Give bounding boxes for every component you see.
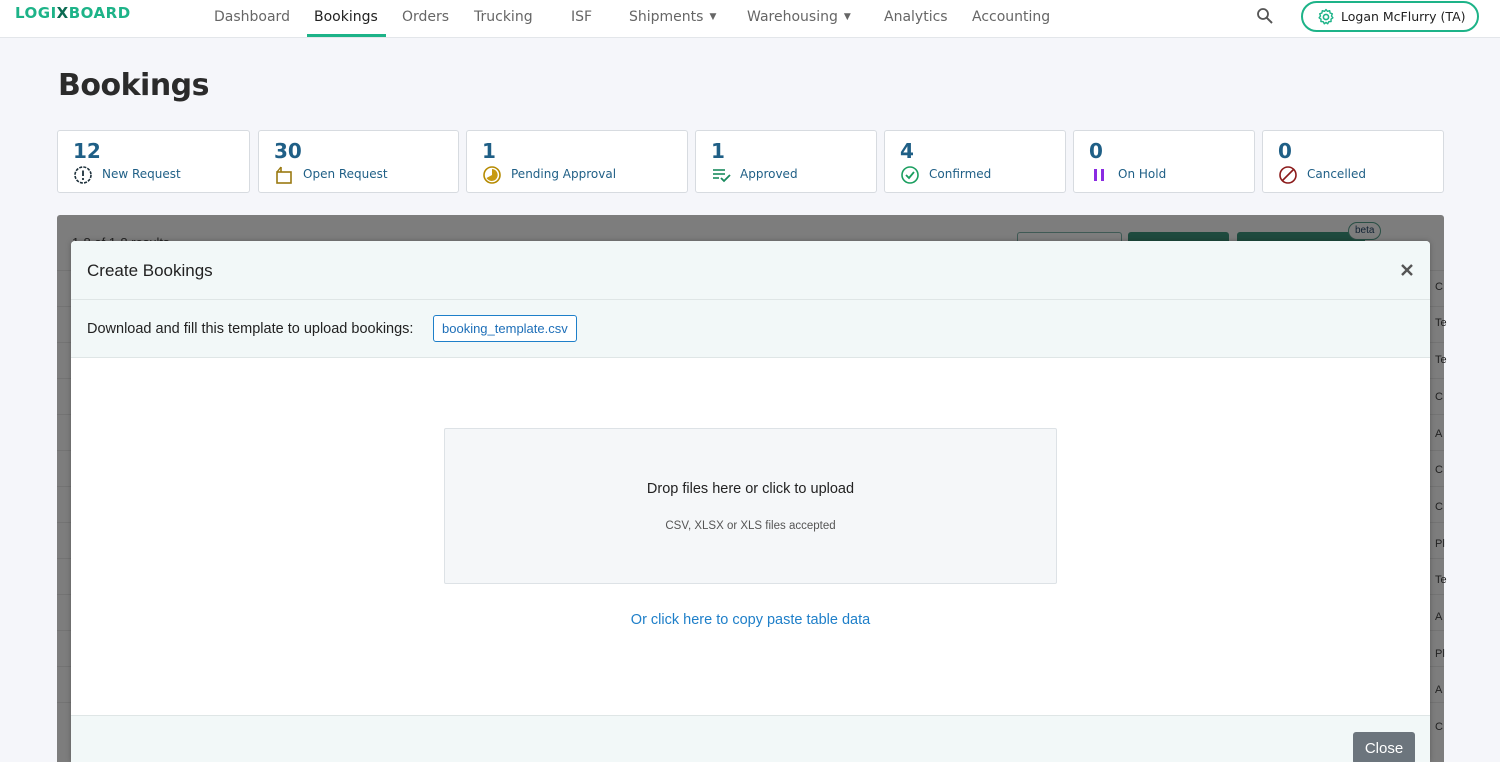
stat-label: Cancelled bbox=[1307, 167, 1366, 181]
row-cell-peek: C bbox=[1435, 721, 1443, 733]
beta-badge: beta bbox=[1348, 222, 1382, 240]
modal-header: Create Bookings bbox=[71, 241, 1430, 300]
nav-shipments-label: Shipments bbox=[629, 9, 704, 25]
stat-card-pending-approval[interactable]: 1 Pending Approval bbox=[466, 130, 688, 193]
chevron-down-icon: ▼ bbox=[843, 12, 851, 22]
top-navbar: LOGIXBOARD Dashboard Bookings Orders Tru… bbox=[0, 0, 1500, 38]
template-instructions: Download and fill this template to uploa… bbox=[87, 321, 414, 337]
row-cell-peek: Te bbox=[1435, 574, 1447, 586]
logixboard-logo[interactable]: LOGIXBOARD bbox=[15, 4, 131, 22]
stat-count: 4 bbox=[900, 139, 914, 163]
dropzone-subtitle: CSV, XLSX or XLS files accepted bbox=[665, 520, 836, 532]
modal-title: Create Bookings bbox=[87, 261, 213, 280]
nav-bookings[interactable]: Bookings bbox=[314, 9, 378, 25]
stat-label: Pending Approval bbox=[511, 167, 617, 181]
stat-count: 30 bbox=[274, 139, 302, 163]
nav-dashboard[interactable]: Dashboard bbox=[214, 9, 290, 25]
stat-count: 1 bbox=[482, 139, 496, 163]
nav-accounting[interactable]: Accounting bbox=[972, 9, 1050, 25]
page-title: Bookings bbox=[58, 68, 210, 103]
stat-card-cancelled[interactable]: 0 Cancelled bbox=[1262, 130, 1444, 193]
logo-text-x: X bbox=[56, 4, 69, 22]
stat-card-on-hold[interactable]: 0 On Hold bbox=[1073, 130, 1255, 193]
logo-text-right: BOARD bbox=[68, 4, 131, 22]
row-cell-peek: Te bbox=[1435, 354, 1447, 366]
close-icon[interactable] bbox=[1399, 262, 1415, 278]
user-menu-button[interactable]: Logan McFlurry (TA) bbox=[1301, 1, 1479, 32]
nav-warehousing[interactable]: Warehousing ▼ bbox=[747, 9, 851, 25]
stat-label: Approved bbox=[740, 167, 798, 181]
stat-label: Confirmed bbox=[929, 167, 992, 181]
alert-circle-icon bbox=[74, 166, 92, 184]
gear-icon bbox=[1318, 8, 1334, 25]
stat-count: 0 bbox=[1278, 139, 1292, 163]
paste-table-data-link[interactable]: Or click here to copy paste table data bbox=[71, 612, 1430, 628]
open-box-icon bbox=[276, 166, 292, 184]
template-download-link[interactable]: booking_template.csv bbox=[433, 315, 577, 342]
nav-isf[interactable]: ISF bbox=[571, 9, 592, 25]
row-cell-peek: Pl bbox=[1435, 648, 1445, 660]
row-cell-peek: Pl bbox=[1435, 538, 1445, 550]
row-cell-peek: C bbox=[1435, 501, 1443, 513]
ban-icon bbox=[1279, 166, 1297, 184]
stat-label: On Hold bbox=[1118, 167, 1167, 181]
stat-card-approved[interactable]: 1 Approved bbox=[695, 130, 877, 193]
row-cell-peek: A bbox=[1435, 611, 1443, 623]
nav-analytics[interactable]: Analytics bbox=[884, 9, 948, 25]
stat-label: New Request bbox=[102, 167, 181, 181]
row-cell-peek: Te bbox=[1435, 317, 1447, 329]
row-cell-peek: A bbox=[1435, 684, 1443, 696]
stat-count: 1 bbox=[711, 139, 725, 163]
template-download-bar: Download and fill this template to uploa… bbox=[71, 300, 1430, 358]
nav-trucking[interactable]: Trucking bbox=[474, 9, 533, 25]
pause-icon bbox=[1094, 169, 1104, 181]
stat-count: 12 bbox=[73, 139, 101, 163]
create-bookings-modal: Create Bookings Download and fill this t… bbox=[71, 241, 1430, 762]
logo-text-left: LOGI bbox=[15, 4, 57, 22]
search-icon[interactable] bbox=[1256, 7, 1274, 25]
pie-clock-icon bbox=[483, 166, 501, 184]
check-circle-icon bbox=[901, 166, 919, 184]
list-check-icon bbox=[713, 169, 731, 183]
stat-card-open-request[interactable]: 30 Open Request bbox=[258, 130, 459, 193]
row-cell-peek: A bbox=[1435, 428, 1443, 440]
stat-count: 0 bbox=[1089, 139, 1103, 163]
dropzone-title: Drop files here or click to upload bbox=[646, 481, 855, 497]
stat-card-confirmed[interactable]: 4 Confirmed bbox=[884, 130, 1066, 193]
stat-label: Open Request bbox=[303, 167, 388, 181]
nav-orders[interactable]: Orders bbox=[402, 9, 449, 25]
row-cell-peek: C bbox=[1435, 281, 1443, 293]
row-cell-peek: C bbox=[1435, 391, 1443, 403]
active-tab-indicator bbox=[307, 34, 386, 37]
file-dropzone[interactable]: Drop files here or click to upload CSV, … bbox=[444, 428, 1057, 584]
user-name: Logan McFlurry (TA) bbox=[1341, 9, 1466, 24]
stat-card-new-request[interactable]: 12 New Request bbox=[57, 130, 250, 193]
nav-warehousing-label: Warehousing bbox=[747, 9, 838, 25]
close-button[interactable]: Close bbox=[1353, 732, 1415, 762]
nav-shipments[interactable]: Shipments ▼ bbox=[629, 9, 716, 25]
chevron-down-icon: ▼ bbox=[709, 12, 717, 22]
modal-footer: Close bbox=[71, 715, 1430, 762]
row-cell-peek: C bbox=[1435, 464, 1443, 476]
